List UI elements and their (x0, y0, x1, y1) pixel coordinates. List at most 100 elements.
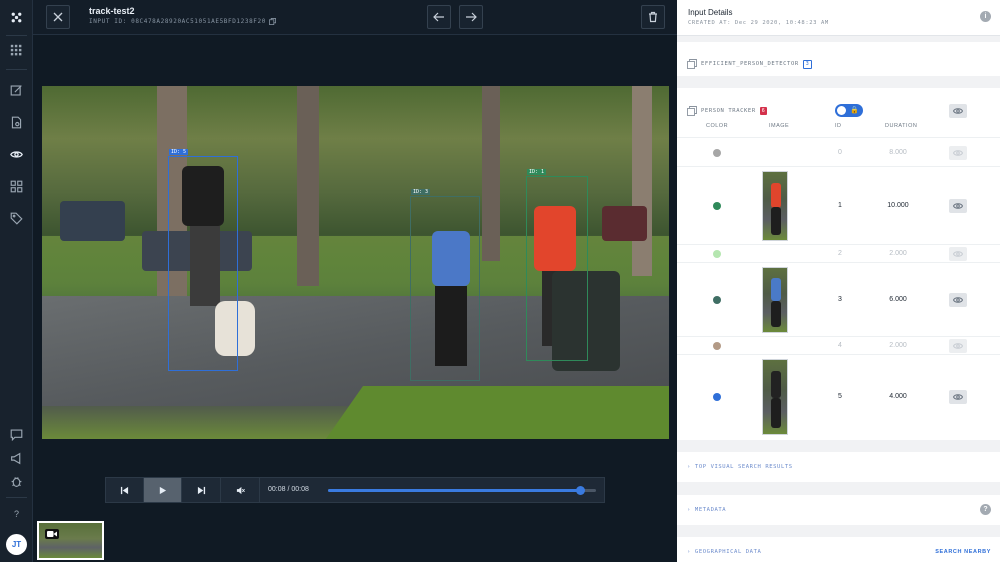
clarifai-logo-icon[interactable] (8, 9, 25, 26)
left-rail: ? JT (0, 0, 33, 562)
bounding-box-label: ID: 3 (411, 189, 431, 195)
track-eye-button[interactable] (949, 339, 967, 353)
video-tree (482, 86, 500, 261)
track-id: 0 (838, 149, 842, 156)
track-duration: 6.000 (889, 296, 907, 303)
track-eye-button[interactable] (949, 293, 967, 307)
rail-divider (6, 35, 27, 36)
track-row[interactable]: 1 10.000 (677, 166, 1000, 244)
playback-time: 00:08 / 00:08 (268, 486, 309, 493)
eye-icon (953, 251, 963, 257)
track-row[interactable]: 0 8.000 (677, 137, 1000, 166)
track-color-dot (713, 296, 721, 304)
model-count-badge: 6 (759, 107, 768, 115)
section-geographical-data[interactable]: › GEOGRAPHICAL DATA SEARCH NEARBY (677, 537, 1000, 562)
section-label: TOP VISUAL SEARCH RESULTS (694, 464, 793, 470)
dashboard-icon[interactable] (8, 178, 25, 195)
tracker-eye-button[interactable] (949, 104, 967, 118)
eye-icon[interactable] (8, 146, 25, 163)
eye-icon (953, 150, 963, 156)
track-row[interactable]: 2 2.000 (677, 244, 1000, 262)
input-id: INPUT ID: 08C478A28920AC51051AE5BFD1238F… (89, 18, 276, 25)
track-id: 3 (838, 296, 842, 303)
column-duration: DURATION (885, 123, 918, 129)
help-icon[interactable]: ? (980, 504, 991, 515)
help-icon[interactable]: ? (8, 505, 25, 522)
previous-input-button[interactable] (427, 5, 451, 29)
copy-icon[interactable] (268, 18, 276, 25)
toggle-knob (837, 106, 846, 115)
track-eye-button[interactable] (949, 146, 967, 160)
track-eye-button[interactable] (949, 390, 967, 404)
model-stack-icon (687, 106, 697, 116)
top-bar: track-test2 INPUT ID: 08C478A28920AC5105… (33, 0, 677, 35)
seek-bar-handle[interactable] (576, 486, 585, 495)
model-name: PERSON TRACKER (701, 108, 756, 114)
track-row[interactable]: 5 4.000 (677, 354, 1000, 438)
model-row[interactable]: EFFICIENT_PERSON_DETECTOR 3 (687, 59, 813, 69)
panel-title: Input Details (688, 8, 733, 17)
next-input-button[interactable] (459, 5, 483, 29)
track-duration: 2.000 (889, 250, 907, 257)
track-row[interactable]: 4 2.000 (677, 336, 1000, 354)
track-eye-button[interactable] (949, 247, 967, 261)
track-thumbnail-figure (771, 278, 781, 301)
created-at: CREATED AT: Dec 29 2020, 10:48:23 AM (688, 20, 829, 26)
video-thumbnail[interactable] (37, 521, 104, 560)
mute-button[interactable] (222, 478, 260, 502)
megaphone-icon[interactable] (8, 450, 25, 467)
bounding-box[interactable]: ID: 3 (410, 189, 480, 381)
bounding-box-label: ID: 5 (169, 149, 189, 155)
section-title: › METADATA (687, 507, 726, 513)
skip-forward-button[interactable] (183, 478, 221, 502)
section-metadata[interactable]: › METADATA ? (677, 495, 1000, 525)
column-id: ID (835, 123, 842, 129)
edit-icon[interactable] (8, 82, 25, 99)
chevron-right-icon: › (687, 549, 691, 555)
seek-bar[interactable] (328, 486, 596, 495)
track-id: 4 (838, 342, 842, 349)
trash-icon (649, 11, 657, 23)
info-icon[interactable]: i (980, 11, 991, 22)
input-details-panel: Input Details CREATED AT: Dec 29 2020, 1… (677, 0, 1000, 562)
tracker-visibility-toggle[interactable]: 🔒 (835, 104, 863, 117)
bounding-box[interactable]: ID: 1 (526, 169, 588, 361)
arrow-right-icon (466, 12, 477, 22)
model-row[interactable]: PERSON TRACKER 6 (687, 106, 768, 116)
model-stack-icon (687, 59, 697, 69)
track-thumbnail-figure (771, 207, 781, 235)
document-search-icon[interactable] (8, 114, 25, 131)
arrow-left-icon (433, 12, 444, 22)
search-nearby-link[interactable]: SEARCH NEARBY (935, 549, 991, 555)
close-icon (53, 12, 63, 22)
section-title: › TOP VISUAL SEARCH RESULTS (687, 464, 793, 470)
play-button[interactable] (144, 478, 182, 502)
video-frame[interactable]: ID: 5 ID: 3 ID: 1 (42, 86, 669, 439)
track-color-dot (713, 342, 721, 350)
track-color-dot (713, 250, 721, 258)
track-row[interactable]: 3 6.000 (677, 262, 1000, 336)
section-label: METADATA (694, 507, 727, 513)
bug-icon[interactable] (8, 473, 25, 490)
eye-icon (953, 297, 963, 303)
chevron-right-icon: › (687, 507, 691, 513)
avatar[interactable]: JT (6, 534, 27, 555)
track-thumbnail[interactable] (762, 171, 788, 241)
tag-icon[interactable] (8, 210, 25, 227)
track-thumbnail[interactable] (762, 359, 788, 435)
delete-button[interactable] (641, 5, 665, 29)
video-car (60, 201, 125, 241)
section-title: › GEOGRAPHICAL DATA (687, 549, 761, 555)
apps-grid-icon[interactable] (8, 42, 25, 59)
video-tree (632, 86, 652, 276)
track-eye-button[interactable] (949, 199, 967, 213)
track-color-dot (713, 202, 721, 210)
close-button[interactable] (46, 5, 70, 29)
section-label: GEOGRAPHICAL DATA (694, 549, 762, 555)
chat-icon[interactable] (8, 426, 25, 443)
track-thumbnail[interactable] (762, 267, 788, 333)
section-visual-search[interactable]: › TOP VISUAL SEARCH RESULTS (677, 452, 1000, 482)
skip-back-button[interactable] (106, 478, 144, 502)
bounding-box[interactable]: ID: 5 (168, 149, 238, 371)
input-title: track-test2 (89, 6, 135, 16)
